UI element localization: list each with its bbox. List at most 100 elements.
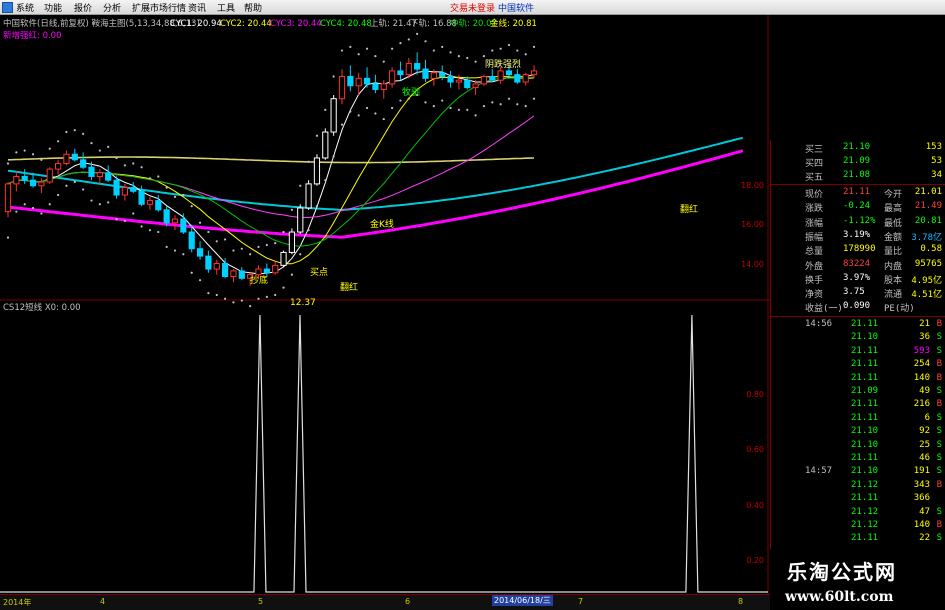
candle-body[interactable] xyxy=(464,79,471,89)
candle-body[interactable] xyxy=(230,270,237,277)
candle-body[interactable] xyxy=(389,70,396,85)
candle-body[interactable] xyxy=(522,74,529,83)
candle-body[interactable] xyxy=(4,183,12,213)
candle-body[interactable] xyxy=(88,166,95,177)
tick-price: 21.11 xyxy=(851,345,879,356)
upper-band-dot xyxy=(240,247,243,250)
candle-body[interactable] xyxy=(497,70,504,81)
tick-side: B xyxy=(936,359,942,370)
candle-body[interactable] xyxy=(322,131,329,159)
candle-body[interactable] xyxy=(63,153,70,165)
candle-body[interactable] xyxy=(222,263,229,277)
candle-body[interactable] xyxy=(397,70,404,76)
candle-body[interactable] xyxy=(355,77,362,87)
upper-band-dot xyxy=(48,147,51,150)
watermark-title: 乐淘公式网 xyxy=(787,560,897,584)
tick-volume: 22 xyxy=(919,533,930,544)
trade-login-status[interactable]: 交易未登录 xyxy=(450,1,495,14)
stat-value: -1.12% xyxy=(843,215,876,226)
menu-function[interactable]: 功能 xyxy=(44,1,62,14)
candle-body[interactable] xyxy=(105,172,112,181)
tick-volume: 6 xyxy=(924,412,930,423)
candle-body[interactable] xyxy=(138,190,145,205)
candle-body[interactable] xyxy=(21,175,28,181)
lower-band-dot xyxy=(474,114,477,117)
candle-body[interactable] xyxy=(330,98,337,133)
candle-body[interactable] xyxy=(155,200,162,211)
candle-body[interactable] xyxy=(514,74,521,83)
lower-band-dot xyxy=(182,253,185,256)
candle-body[interactable] xyxy=(313,157,321,185)
candle-body[interactable] xyxy=(422,68,429,79)
candle-body[interactable] xyxy=(505,70,513,76)
candle-body[interactable] xyxy=(205,255,212,270)
menu-extended-market[interactable]: 扩展市场行情 xyxy=(132,1,186,14)
candle-body[interactable] xyxy=(146,200,154,205)
upper-band-dot xyxy=(265,243,268,247)
candle-body[interactable] xyxy=(96,172,103,177)
ask-label: 买三 xyxy=(805,145,824,155)
candle-body[interactable] xyxy=(380,83,387,90)
lower-band-dot xyxy=(274,293,277,297)
candle-body[interactable] xyxy=(213,263,220,270)
candle-body[interactable] xyxy=(430,72,437,79)
candle-body[interactable] xyxy=(29,179,37,187)
candle-body[interactable] xyxy=(447,75,454,83)
price-tick-label: 14.00 xyxy=(741,260,764,269)
candle-body[interactable] xyxy=(472,83,479,89)
candle-body[interactable] xyxy=(347,75,354,87)
candle-body[interactable] xyxy=(288,231,295,253)
candle-body[interactable] xyxy=(297,207,304,233)
lower-band-dot xyxy=(224,297,227,300)
stat-label: 股本 xyxy=(884,275,903,286)
menu-news[interactable]: 资讯 xyxy=(188,1,206,14)
chart-annotation: 牧驯 xyxy=(402,86,420,98)
menu-help[interactable]: 帮助 xyxy=(244,1,262,14)
candle-body[interactable] xyxy=(280,251,287,266)
upper-band-dot xyxy=(516,49,519,52)
candle-body[interactable] xyxy=(46,168,53,183)
upper-band-dot xyxy=(441,45,444,48)
upper-band-dot xyxy=(90,142,93,145)
candle-body[interactable] xyxy=(130,187,137,192)
stat-value: 0.090 xyxy=(843,301,871,312)
upper-band-dot xyxy=(215,240,218,243)
candle-body[interactable] xyxy=(455,79,462,83)
candle-body[interactable] xyxy=(405,63,412,76)
menu-system[interactable]: 系统 xyxy=(16,1,34,14)
menu-tools[interactable]: 工具 xyxy=(217,1,235,14)
candle-body[interactable] xyxy=(255,268,262,276)
candle-body[interactable] xyxy=(13,175,20,185)
candle-body[interactable] xyxy=(439,72,446,77)
tick-side: S xyxy=(936,506,942,517)
candle-body[interactable] xyxy=(238,270,245,279)
candle-body[interactable] xyxy=(188,231,195,250)
candle-body[interactable] xyxy=(196,248,204,257)
candle-body[interactable] xyxy=(305,183,312,209)
candle-body[interactable] xyxy=(338,75,346,100)
candle-body[interactable] xyxy=(180,218,187,233)
candle-body[interactable] xyxy=(71,153,78,161)
candle-body[interactable] xyxy=(414,63,421,70)
candle-body[interactable] xyxy=(171,218,179,224)
candle-body[interactable] xyxy=(263,268,270,274)
menu-quote[interactable]: 报价 xyxy=(74,1,92,14)
stat-row: 收益(一) 0.090 PE(动) xyxy=(771,301,945,315)
tick-price: 21.11 xyxy=(851,533,879,544)
candle-body[interactable] xyxy=(163,209,170,224)
candle-body[interactable] xyxy=(80,159,87,168)
candle-body[interactable] xyxy=(121,187,129,196)
chart-annotation: 翻红 xyxy=(680,203,698,215)
candle-body[interactable] xyxy=(55,163,62,170)
candle-body[interactable] xyxy=(113,179,120,196)
candle-body[interactable] xyxy=(480,75,488,85)
candle-body[interactable] xyxy=(372,83,379,90)
stat-label: 涨跌 xyxy=(805,204,824,215)
kline-chart[interactable]: 中国软件(日线,前复权) 鞍海主图(5,13,34,88,6,13) CYC1:… xyxy=(0,15,770,594)
candle-body[interactable] xyxy=(272,264,279,274)
candle-body[interactable] xyxy=(38,181,45,187)
candle-body[interactable] xyxy=(489,75,496,81)
menu-analysis[interactable]: 分析 xyxy=(103,1,121,14)
candle-body[interactable] xyxy=(530,70,538,76)
candle-body[interactable] xyxy=(363,77,371,85)
